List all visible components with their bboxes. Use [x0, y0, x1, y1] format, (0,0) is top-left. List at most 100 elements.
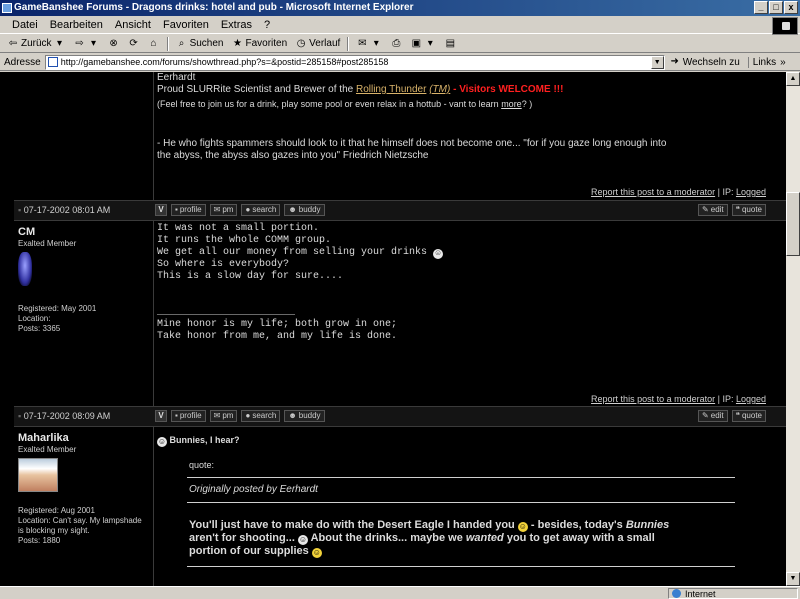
profile-label: profile [179, 205, 202, 214]
post1-report-row: Report this post to a moderator | IP: Lo… [591, 187, 766, 197]
post2-username[interactable]: CM [18, 226, 153, 238]
menu-ansicht[interactable]: Ansicht [109, 16, 157, 33]
home-icon: ⌂ [150, 37, 157, 49]
menu-favoriten[interactable]: Favoriten [157, 16, 215, 33]
pm-button[interactable]: ✉ pm [209, 204, 238, 216]
menu-help[interactable]: ? [258, 16, 276, 33]
quote-rule-mid [187, 502, 735, 503]
menu-bearbeiten[interactable]: Bearbeiten [44, 16, 109, 33]
quote-icon: ❝ [735, 411, 740, 420]
vertical-scrollbar[interactable]: ▲ ▼ [786, 72, 800, 586]
quote-post-button[interactable]: ❝ quote [731, 204, 766, 216]
post3-body: ☺ Bunnies, I hear? quote: Originally pos… [157, 434, 777, 567]
post2-rank: Exalted Member [18, 239, 77, 248]
profile-icon: ▪ [175, 205, 178, 214]
post3-title-row: ☺ Bunnies, I hear? [157, 434, 777, 447]
search-icon: ● [245, 205, 251, 214]
address-bar: Adresse http://gamebanshee.com/forums/sh… [0, 54, 800, 71]
vote-icon[interactable]: V [155, 410, 167, 422]
quote-post-button[interactable]: ❝ quote [731, 410, 766, 422]
edit-page-icon: ▣ [411, 37, 422, 49]
menu-extras[interactable]: Extras [215, 16, 258, 33]
post2-sig-line: Mine honor is my life; both grow in one; [157, 319, 398, 330]
wink-icon: ☺ [311, 548, 322, 558]
security-zone: Internet [668, 588, 798, 599]
minimize-button[interactable]: _ [754, 1, 768, 14]
go-arrow-icon: ➜ [670, 56, 679, 67]
favorites-label: Favoriten [245, 38, 288, 49]
post2-line: This is a slow day for sure.... [157, 271, 344, 282]
back-button[interactable]: ⇦ Zurück ▾ [4, 36, 69, 52]
search-button[interactable]: ⌕ Suchen [173, 36, 227, 52]
report-link[interactable]: Report this post to a moderator [591, 187, 715, 197]
quoted-text-part: - besides, today's [527, 519, 626, 531]
quoted-text-part: aren't for shooting... [189, 532, 295, 544]
window-title: GameBanshee Forums - Dragons drinks: hot… [14, 2, 414, 13]
post3-title: Bunnies, I hear? [169, 435, 240, 445]
page-icon [47, 57, 58, 67]
tm-link[interactable]: (TM) [429, 84, 450, 95]
stop-button[interactable]: ⊗ [105, 36, 123, 52]
ip-logged-link[interactable]: Logged [736, 187, 766, 197]
search-user-button[interactable]: ● search [241, 204, 281, 216]
refresh-button[interactable]: ⟳ [125, 36, 143, 52]
mail-button[interactable]: ✉ ▾ [353, 36, 385, 52]
quote-rule-bottom [187, 566, 735, 567]
post1-footer-bar: 07-17-2002 08:01 AM V ▪profile ✉pm ●sear… [14, 200, 786, 221]
window-controls: _ □ x [754, 1, 798, 14]
edit-button[interactable]: ▣ ▾ [407, 36, 439, 52]
post3-posts: Posts: 1880 [18, 536, 61, 545]
address-url: http://gamebanshee.com/forums/showthread… [60, 57, 389, 67]
sig-small: (Feel free to join us for a drink, play … [157, 98, 777, 110]
rolling-thunder-link[interactable]: Rolling Thunder [356, 84, 426, 95]
search-user-button[interactable]: ● search [241, 410, 281, 422]
edit-post-button[interactable]: ✎ edit [698, 204, 728, 216]
refresh-icon: ⟳ [129, 37, 138, 49]
forward-button[interactable]: ⇨ ▾ [71, 36, 103, 52]
report-link[interactable]: Report this post to a moderator [591, 394, 715, 404]
vote-icon[interactable]: V [155, 204, 167, 216]
links-chevron-icon[interactable]: » [780, 57, 786, 68]
more-link[interactable]: more [501, 99, 522, 109]
menu-datei[interactable]: Datei [6, 16, 44, 33]
favorites-button[interactable]: ★ Favoriten [228, 36, 290, 52]
stop-icon: ⊗ [109, 37, 118, 49]
edit-post-button[interactable]: ✎ edit [698, 410, 728, 422]
buddy-button[interactable]: ☻ buddy [284, 410, 325, 422]
go-button[interactable]: ➜ Wechseln zu [669, 56, 739, 68]
post2-user-buttons: V ▪ profile ✉ pm ● search ☻ buddy [155, 410, 325, 422]
scroll-up-icon[interactable]: ▲ [786, 72, 800, 86]
scroll-down-icon[interactable]: ▼ [786, 572, 800, 586]
post2-registered: Registered: May 2001 [18, 304, 97, 313]
pm-button[interactable]: ✉ pm [209, 410, 238, 422]
discuss-button[interactable]: ▤ [441, 36, 459, 52]
post3-username[interactable]: Maharlika [18, 432, 153, 444]
nietzsche-quote-2: the abyss, the abyss also gazes into you… [157, 150, 429, 161]
buddy-button[interactable]: ☻ buddy [284, 204, 325, 216]
mail-icon: ✉ [358, 37, 367, 49]
quote-author: Originally posted by Eerhardt [189, 484, 318, 495]
print-button[interactable]: ⎙ [387, 36, 405, 52]
back-label: Zurück [21, 38, 52, 49]
history-icon: ◷ [296, 37, 306, 49]
links-toolbar[interactable]: Links [747, 56, 776, 68]
dropdown-arrow-icon: ▾ [427, 37, 433, 49]
quoted-text-part: portion of our supplies [189, 545, 309, 557]
address-label: Adresse [4, 56, 41, 68]
close-button[interactable]: x [784, 1, 798, 14]
ip-logged-link[interactable]: Logged [736, 394, 766, 404]
avatar [18, 252, 32, 286]
home-button[interactable]: ⌂ [145, 36, 163, 52]
edit-label: edit [710, 205, 724, 214]
post1-signature: Eerhardt Proud SLURRite Scientist and Br… [157, 72, 777, 162]
profile-button[interactable]: ▪ profile [171, 410, 206, 422]
post2-footer-bar: 07-17-2002 08:09 AM V ▪profile ✉pm ●sear… [14, 406, 786, 427]
history-button[interactable]: ◷ Verlauf [292, 36, 343, 52]
scroll-thumb[interactable] [786, 192, 800, 256]
dropdown-arrow-icon: ▾ [91, 37, 97, 49]
address-input[interactable]: http://gamebanshee.com/forums/showthread… [44, 54, 665, 70]
profile-button[interactable]: ▪ profile [171, 204, 206, 216]
address-dropdown-button[interactable]: ▼ [650, 55, 664, 69]
edit-icon: ✎ [702, 411, 709, 420]
maximize-button[interactable]: □ [769, 1, 783, 14]
